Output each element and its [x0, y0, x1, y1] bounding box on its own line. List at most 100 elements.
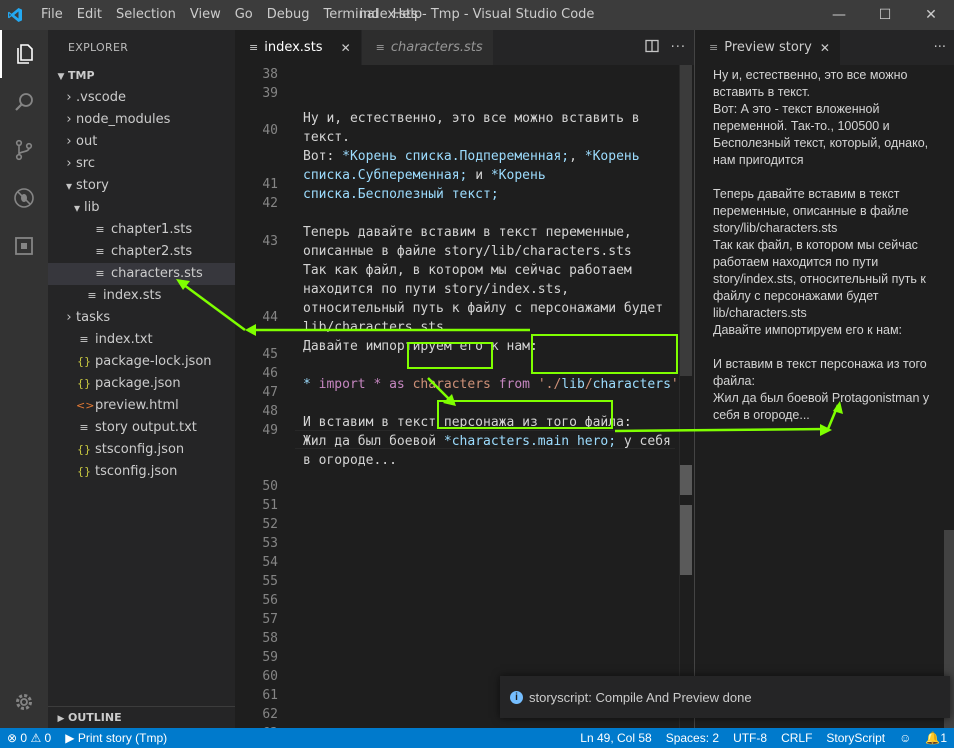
code-editor[interactable]: 38 39 40 41 42 43 44 45 46 47 48 49 50 51 52 53 54 55 56 57…	[235, 65, 694, 728]
tree-item-story[interactable]: ▾ story	[48, 175, 235, 197]
line-number: 58	[262, 631, 278, 646]
menu-go[interactable]: Go	[228, 0, 260, 30]
menu-view[interactable]: View	[183, 0, 228, 30]
json-file-icon: {}	[77, 355, 91, 368]
cursor-position[interactable]: Ln 49, Col 58	[573, 728, 658, 748]
close-icon[interactable]: ✕	[341, 41, 351, 55]
play-icon: ▶	[65, 731, 75, 745]
tree-item-stsconfig-json[interactable]: {} stsconfig.json	[48, 439, 235, 461]
preview-content: Ну и, естественно, это все можно вставит…	[695, 65, 953, 441]
preview-scrollbar[interactable]	[944, 65, 954, 728]
problems-status[interactable]: ⊗ 0 ⚠ 0	[0, 728, 58, 748]
explorer-files-icon[interactable]	[0, 30, 48, 78]
code-path: lib	[561, 377, 585, 392]
editor-scrollbar-thumb[interactable]	[680, 65, 692, 376]
tree-item-index-sts[interactable]: ≡ index.sts	[48, 285, 235, 307]
notification-toast[interactable]: i storyscript: Compile And Preview done	[500, 676, 950, 718]
tree-item-chapter2-sts[interactable]: ≡ chapter2.sts	[48, 241, 235, 263]
code-line-39b: текст.	[303, 130, 350, 145]
encoding[interactable]: UTF-8	[726, 728, 774, 748]
notifications-status[interactable]: 🔔1	[918, 728, 954, 748]
warning-icon: ⚠	[30, 731, 42, 745]
menu-terminal[interactable]: Terminal	[317, 0, 386, 30]
indentation[interactable]: Spaces: 2	[659, 728, 726, 748]
code-variable: *Корень	[490, 168, 546, 183]
tree-item-label: chapter1.sts	[111, 222, 193, 237]
line-number: 41	[262, 177, 278, 192]
tree-item-node-modules[interactable]: › node_modules	[48, 109, 235, 131]
tree-item-out[interactable]: › out	[48, 131, 235, 153]
window-controls: — ☐ ✕	[816, 0, 954, 30]
language-mode[interactable]: StoryScript	[819, 728, 892, 748]
more-actions-icon[interactable]: ···	[934, 40, 946, 55]
editor-scrollbar[interactable]	[680, 65, 694, 728]
menu-file[interactable]: File	[34, 0, 70, 30]
close-icon[interactable]: ✕	[820, 41, 830, 55]
task-status[interactable]: ▶ Print story (Tmp)	[58, 728, 174, 748]
search-icon[interactable]	[0, 78, 48, 126]
tree-item-tsconfig-json[interactable]: {} tsconfig.json	[48, 461, 235, 483]
menu-bar: File Edit Selection View Go Debug Termin…	[34, 0, 429, 30]
tree-item-index-txt[interactable]: ≡ index.txt	[48, 329, 235, 351]
code-line-49b: в огороде...	[303, 453, 397, 468]
tab-preview-story[interactable]: ≡ Preview story ✕	[695, 30, 841, 65]
info-icon: i	[510, 690, 523, 704]
text-file-icon: ≡	[95, 245, 105, 258]
menu-debug[interactable]: Debug	[260, 0, 317, 30]
code-text: ,	[569, 149, 585, 164]
close-window-button[interactable]: ✕	[908, 0, 954, 30]
line-number: 40	[262, 123, 278, 138]
tree-item-label: tsconfig.json	[95, 464, 178, 479]
code-identifier: characters	[412, 377, 491, 392]
tree-item-vscode[interactable]: › .vscode	[48, 87, 235, 109]
menu-help[interactable]: Help	[385, 0, 429, 30]
menu-selection[interactable]: Selection	[109, 0, 183, 30]
code-line-42b: описанные в файле story/lib/characters.s…	[303, 244, 632, 259]
menu-edit[interactable]: Edit	[70, 0, 109, 30]
code-variable: *Корень списка.Подпеременная;	[342, 149, 570, 164]
tab-index-sts[interactable]: ≡ index.sts ✕	[235, 30, 362, 65]
tree-item-story-output-txt[interactable]: ≡ story output.txt	[48, 417, 235, 439]
source-control-icon[interactable]	[0, 126, 48, 174]
code-variable: списка.Бесполезный текст;	[303, 187, 499, 202]
end-of-line[interactable]: CRLF	[774, 728, 819, 748]
line-number: 49	[262, 423, 278, 438]
tree-item-package-json[interactable]: {} package.json	[48, 373, 235, 395]
tree-item-lib[interactable]: ▾ lib	[48, 197, 235, 219]
line-number: 44	[262, 310, 278, 325]
text-file-icon: ≡	[79, 421, 89, 434]
tree-item-label: package.json	[95, 376, 181, 391]
code-string: './	[537, 377, 562, 392]
settings-gear-icon[interactable]	[0, 678, 48, 726]
tab-label: characters.sts	[390, 40, 483, 55]
json-file-icon: {}	[77, 377, 91, 390]
code-line-40c: списка.Бесполезный текст;	[303, 187, 499, 202]
tree-item-tasks[interactable]: › tasks	[48, 307, 235, 329]
tree-item-package-lock-json[interactable]: {} package-lock.json	[48, 351, 235, 373]
outline-section[interactable]: ▶ OUTLINE	[48, 706, 235, 728]
debug-icon[interactable]	[0, 174, 48, 222]
code-line-39a: Ну и, естественно, это все можно вставит…	[303, 111, 640, 126]
extensions-icon[interactable]	[0, 222, 48, 270]
maximize-button[interactable]: ☐	[862, 0, 908, 30]
workspace-root[interactable]: ▼ TMP	[48, 65, 235, 87]
more-actions-icon[interactable]: ···	[671, 40, 686, 55]
tree-item-chapter1-sts[interactable]: ≡ chapter1.sts	[48, 219, 235, 241]
split-editor-icon[interactable]	[644, 39, 659, 57]
code-text: у себя	[616, 434, 671, 449]
feedback-smiley-icon[interactable]: ☺	[892, 728, 918, 748]
json-file-icon: {}	[77, 443, 91, 456]
chevron-right-icon: ›	[66, 310, 72, 325]
tab-characters-sts[interactable]: ≡ characters.sts	[361, 30, 494, 65]
tree-item-src[interactable]: › src	[48, 153, 235, 175]
tree-item-characters-sts[interactable]: ≡ characters.sts	[48, 263, 235, 285]
error-icon: ⊗	[7, 731, 18, 745]
title-bar: File Edit Selection View Go Debug Termin…	[0, 0, 954, 30]
minimize-button[interactable]: —	[816, 0, 862, 30]
tree-item-preview-html[interactable]: <> preview.html	[48, 395, 235, 417]
line-number: 60	[262, 669, 278, 684]
tree-item-label: characters.sts	[111, 266, 203, 281]
line-number: 48	[262, 404, 278, 419]
chevron-right-icon: ›	[66, 134, 72, 149]
code-keyword: import	[318, 377, 366, 392]
